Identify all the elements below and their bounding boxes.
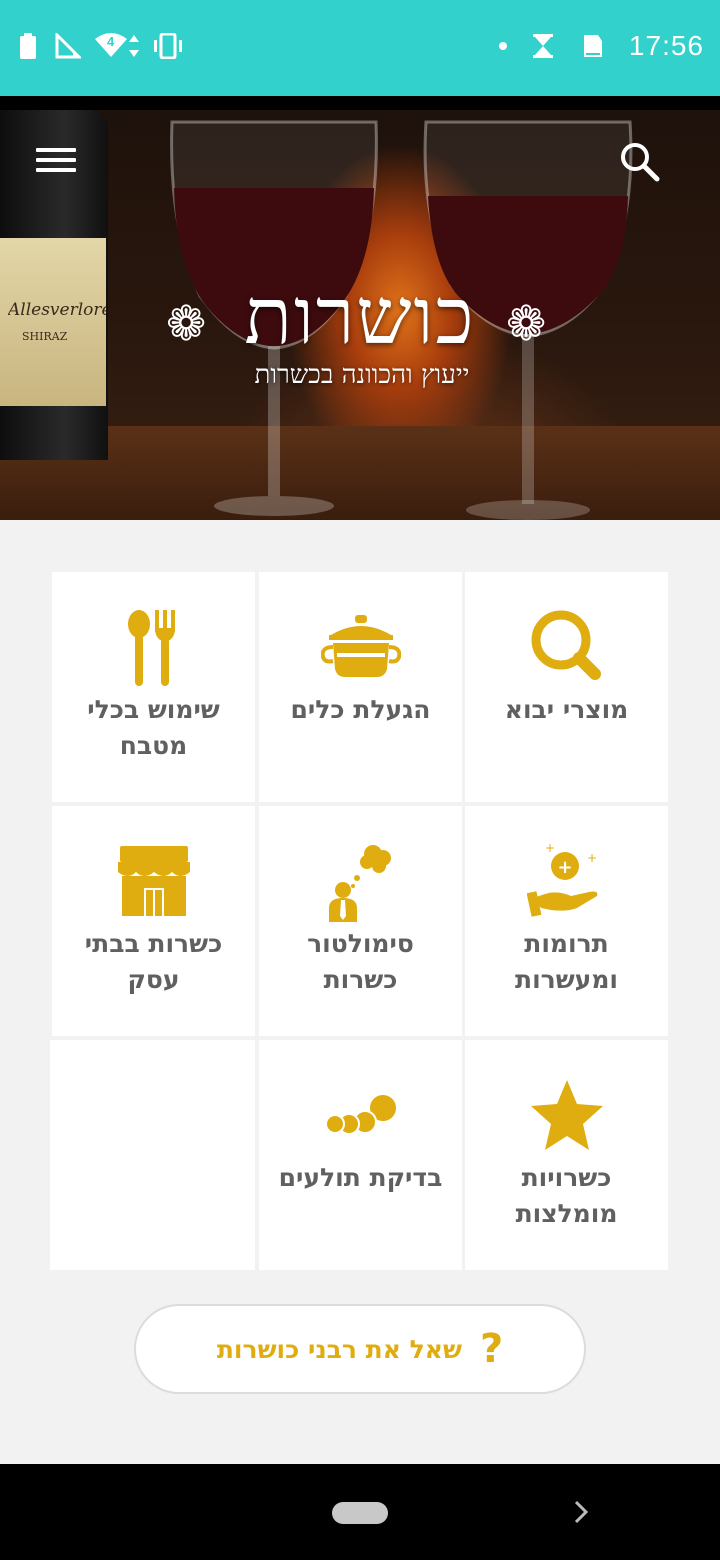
wifi-icon: 4	[94, 28, 140, 64]
donation-hand-icon: + + +	[465, 842, 668, 922]
ask-rabbis-label: שאל את רבני כושרות	[216, 1334, 462, 1364]
svg-text:+: +	[587, 851, 597, 865]
signal-icon	[54, 28, 82, 64]
tile-label: בדיקת תולעים	[278, 1163, 443, 1192]
header-banner: Allesverloren SHIRAZ ❁ ❁ כושרות ייעוץ וה…	[0, 96, 720, 520]
tile-label: סימולטור כשרות	[307, 929, 414, 994]
search-icon[interactable]	[618, 140, 662, 184]
tile-label: הגעלת כלים	[290, 695, 431, 724]
svg-text:+: +	[545, 842, 555, 855]
hourglass-icon	[529, 28, 557, 64]
vibrate-icon	[152, 28, 184, 64]
hamburger-menu-icon[interactable]	[36, 148, 76, 178]
logo-title: כושרות	[244, 272, 476, 362]
tile-empty	[50, 1040, 255, 1270]
tile-recommended-kashrut[interactable]: כשרויות מומלצות	[465, 1040, 668, 1270]
status-time: 17:56	[628, 30, 704, 61]
magnifier-icon	[465, 608, 668, 688]
dot-icon	[498, 42, 507, 50]
tile-kashrut-simulator[interactable]: סימולטור כשרות	[259, 806, 462, 1036]
pot-icon	[259, 608, 462, 688]
tile-label: מוצרי יבוא	[504, 695, 629, 724]
worm-icon	[259, 1076, 462, 1156]
logo-subtitle: ייעוץ והכוונה בכשרות	[254, 360, 470, 390]
question-mark-icon: ?	[479, 1326, 504, 1372]
star-icon	[465, 1076, 668, 1156]
notification-icon	[579, 28, 607, 64]
tile-worm-inspection[interactable]: בדיקת תולעים	[259, 1040, 462, 1270]
thinking-person-icon	[259, 842, 462, 922]
chevron-right-icon[interactable]	[566, 1492, 596, 1532]
store-icon	[52, 842, 255, 922]
tile-donations-tithes[interactable]: + + + תרומות ומעשרות	[465, 806, 668, 1036]
hero-top-strip	[0, 96, 720, 110]
status-bar: 4 17:56	[0, 0, 720, 96]
status-bar-left: 4	[14, 28, 184, 64]
tile-label: כשרות בבתי עסק	[84, 929, 223, 994]
spoon-fork-icon	[52, 608, 255, 688]
status-bar-right: 17:56	[498, 28, 704, 64]
home-pill-icon[interactable]	[332, 1502, 388, 1524]
tile-kitchen-utensils[interactable]: שימוש בכלי מטבח	[52, 572, 255, 802]
tile-label: כשרויות מומלצות	[515, 1163, 618, 1228]
category-grid: מוצרי יבוא הגעלת כלים שימוש בכלי מטבח + +…	[50, 572, 669, 1272]
tile-import-products[interactable]: מוצרי יבוא	[465, 572, 668, 802]
svg-text:+: +	[557, 857, 572, 878]
tile-label: שימוש בכלי מטבח	[87, 695, 220, 760]
tile-business-kashrut[interactable]: כשרות בבתי עסק	[52, 806, 255, 1036]
ask-rabbis-button[interactable]: ? שאל את רבני כושרות	[134, 1304, 586, 1394]
battery-icon	[14, 28, 42, 64]
wifi-badge: 4	[107, 34, 115, 49]
navigation-bar	[0, 1464, 720, 1560]
tile-label: תרומות ומעשרות	[515, 929, 618, 994]
tile-kashering-utensils[interactable]: הגעלת כלים	[259, 572, 462, 802]
